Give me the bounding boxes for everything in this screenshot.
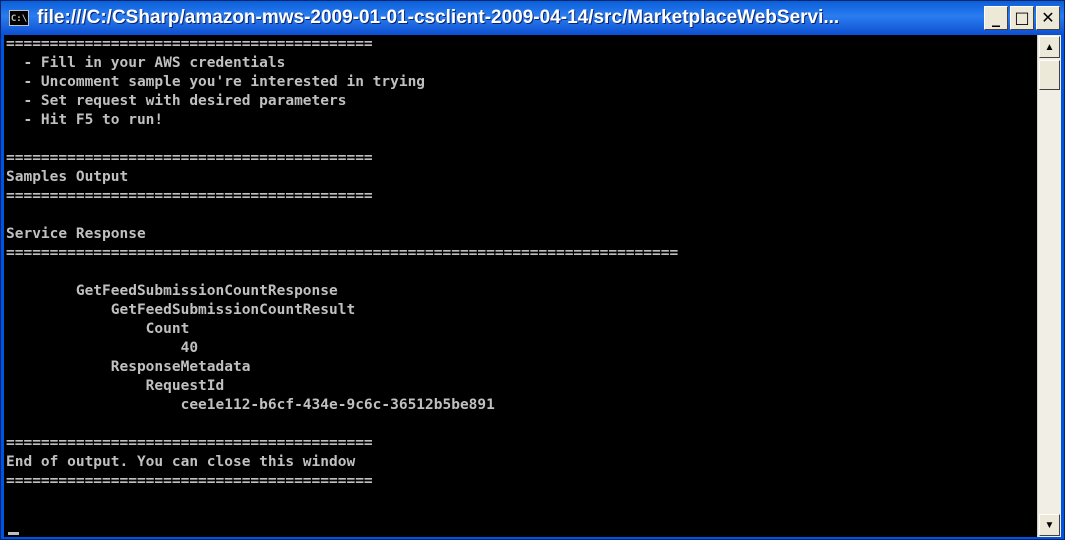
console-line: RequestId <box>6 378 225 394</box>
console-line: ========================================… <box>6 150 373 166</box>
console-line: Samples Output <box>6 169 129 185</box>
console-line: cee1e112-b6cf-434e-9c6c-36512b5be891 <box>6 397 495 413</box>
console-line: GetFeedSubmissionCountResult <box>6 302 356 318</box>
console-text: ========================================… <box>4 35 1038 491</box>
console-line: ========================================… <box>6 188 373 204</box>
console-line: - Hit F5 to run! <box>6 112 164 128</box>
console-line: ========================================… <box>6 473 373 489</box>
console-line: ResponseMetadata <box>6 359 251 375</box>
title-bar[interactable]: C:\ file:///C:/CSharp/amazon-mws-2009-01… <box>1 1 1064 35</box>
console-line: End of output. You can close this window <box>6 454 356 470</box>
console-line: ========================================… <box>6 435 373 451</box>
minimize-button[interactable]: _ <box>984 6 1008 30</box>
console-app-icon[interactable]: C:\ <box>9 10 29 26</box>
maximize-button[interactable]: □ <box>1010 6 1034 30</box>
console-line: - Set request with desired parameters <box>6 93 347 109</box>
console-output[interactable]: ========================================… <box>4 35 1038 537</box>
console-line: ========================================… <box>6 245 679 261</box>
scroll-up-button[interactable]: ▲ <box>1039 36 1060 58</box>
window-title: file:///C:/CSharp/amazon-mws-2009-01-01-… <box>37 7 840 28</box>
vertical-scrollbar[interactable]: ▲ ▼ <box>1037 35 1061 537</box>
window-controls: _ □ ✕ <box>984 6 1060 30</box>
console-line: 40 <box>6 340 199 356</box>
text-cursor <box>8 532 19 535</box>
console-line: Service Response <box>6 226 146 242</box>
console-line: GetFeedSubmissionCountResponse <box>6 283 338 299</box>
console-window: C:\ file:///C:/CSharp/amazon-mws-2009-01… <box>0 0 1065 540</box>
console-line: - Fill in your AWS credentials <box>6 55 286 71</box>
console-line: ========================================… <box>6 36 373 52</box>
close-button[interactable]: ✕ <box>1036 6 1060 30</box>
scroll-thumb[interactable] <box>1039 60 1060 90</box>
console-line: Count <box>6 321 190 337</box>
scroll-down-button[interactable]: ▼ <box>1039 514 1060 536</box>
console-line: - Uncomment sample you're interested in … <box>6 74 426 90</box>
